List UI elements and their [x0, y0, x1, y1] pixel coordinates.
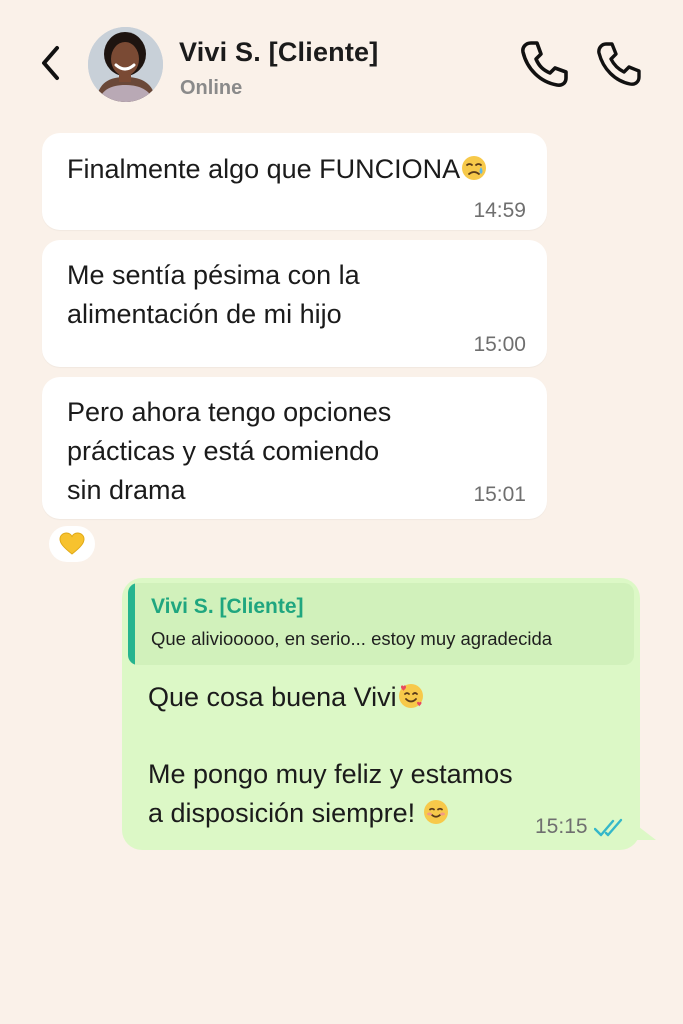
reply-line: a disposición siempre! — [148, 794, 449, 833]
reply-line: Me pongo muy feliz y estamos — [148, 759, 513, 789]
crying-face-emoji — [462, 156, 487, 180]
message-line: Pero ahora tengo opciones — [67, 397, 392, 427]
phone-call-icon — [521, 41, 568, 87]
contact-name[interactable]: Vivi S. [Cliente] — [179, 37, 378, 68]
message-line: sin drama — [67, 475, 186, 505]
phone-call-button[interactable] — [517, 38, 569, 90]
chat-header: Vivi S. [Cliente] Online — [0, 0, 683, 120]
message-line: prácticas y está comiendo — [67, 436, 380, 466]
smiling-face-with-hearts-emoji — [398, 684, 423, 708]
message-line: Me sentía pésima con la — [67, 260, 360, 290]
message-reaction[interactable] — [49, 526, 95, 562]
quoted-message[interactable]: Vivi S. [Cliente] Que aliviooooo, en ser… — [128, 583, 634, 665]
smiling-face-emoji — [424, 800, 449, 824]
yellow-heart-emoji — [59, 532, 85, 555]
quoted-author: Vivi S. [Cliente] — [151, 595, 304, 618]
quoted-text: Que aliviooooo, en serio... estoy muy ag… — [151, 628, 553, 649]
quote-accent-bar — [128, 583, 135, 665]
avatar-image — [88, 27, 163, 102]
reply-line-text: Que cosa buena Vivi — [148, 682, 397, 712]
message-time: 14:59 — [473, 199, 526, 222]
message-text: Me sentía pésima con la alimentación de … — [67, 256, 360, 334]
incoming-message[interactable]: Pero ahora tengo opciones prácticas y es… — [42, 377, 547, 519]
phone-call-button-2[interactable] — [594, 40, 642, 88]
message-line: alimentación de mi hijo — [67, 299, 342, 329]
message-text: Finalmente algo que FUNCIONA — [67, 150, 487, 189]
phone-call-icon — [597, 42, 641, 86]
message-time: 15:01 — [473, 483, 526, 506]
back-arrow-icon — [42, 46, 59, 80]
reply-line: Que cosa buena Vivi — [148, 678, 424, 717]
incoming-message[interactable]: Finalmente algo que FUNCIONA 14:59 — [42, 133, 547, 230]
contact-status: Online — [180, 77, 243, 99]
reply-line-text: a disposición siempre! — [148, 798, 416, 828]
message-text: Pero ahora tengo opciones prácticas y es… — [67, 393, 391, 510]
message-time: 15:15 — [535, 815, 588, 838]
back-button[interactable] — [34, 40, 66, 86]
read-double-check-icon — [594, 818, 623, 837]
avatar[interactable] — [88, 27, 163, 102]
incoming-message[interactable]: Me sentía pésima con la alimentación de … — [42, 240, 547, 367]
outgoing-bubble-tail — [630, 820, 656, 840]
message-text-content: Finalmente algo que FUNCIONA — [67, 154, 461, 184]
message-time: 15:00 — [473, 333, 526, 356]
